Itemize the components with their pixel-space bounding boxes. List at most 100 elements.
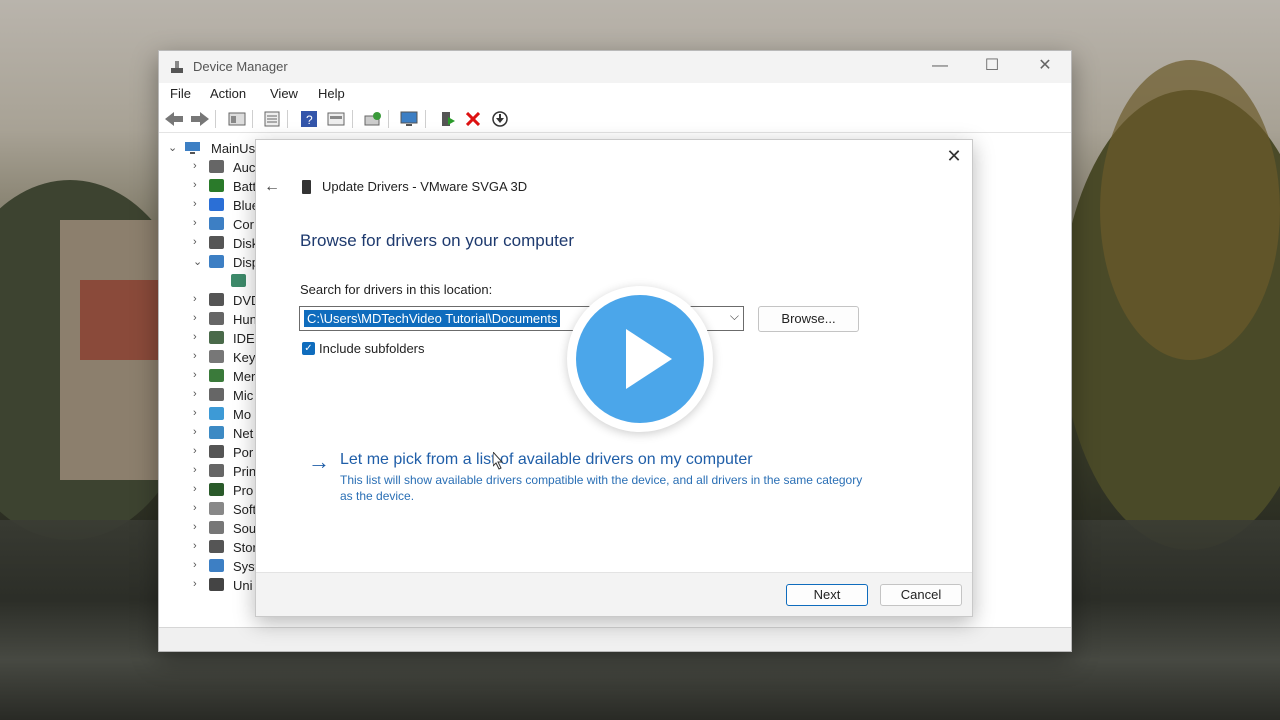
scan-icon[interactable] (363, 110, 383, 128)
chevron-right-icon[interactable]: › (193, 426, 197, 438)
tree-item-label: Prin (233, 464, 257, 479)
chevron-down-icon[interactable]: ⌵ (730, 309, 739, 324)
pick-from-list-link[interactable]: Let me pick from a list of available dri… (340, 451, 753, 469)
chevron-right-icon[interactable]: › (193, 160, 197, 172)
background-roof (80, 280, 160, 360)
close-window-button[interactable]: ✕ (1025, 55, 1065, 79)
menu-action[interactable]: Action (210, 86, 246, 101)
toolbar: ? (159, 105, 1071, 133)
chevron-right-icon[interactable]: › (193, 217, 197, 229)
mouse-cursor-icon (493, 452, 503, 470)
dialog-footer: Next Cancel (256, 572, 972, 616)
uninstall-icon[interactable] (463, 110, 483, 128)
toolbar-separator (252, 110, 253, 128)
tree-item-label: Mic (233, 388, 254, 403)
toolbar-separator (425, 110, 426, 128)
tree-item-label: Soft (233, 502, 257, 517)
tree-item-label: Batt (233, 179, 257, 194)
usb-icon (209, 578, 224, 591)
chevron-right-icon[interactable]: › (193, 407, 197, 419)
title-bar[interactable]: Device Manager — ☐ ✕ (159, 51, 1071, 83)
chevron-right-icon[interactable]: › (193, 502, 197, 514)
toolbar-separator (215, 110, 216, 128)
chevron-right-icon[interactable]: › (193, 198, 197, 210)
printer-icon (209, 464, 224, 477)
chevron-down-icon[interactable]: ⌄ (193, 255, 202, 268)
tree-root-label: MainUs (211, 141, 256, 156)
menu-view[interactable]: View (270, 86, 298, 101)
tree-item-label: Auc (233, 160, 256, 175)
include-subfolders-checkbox[interactable]: ✓ (302, 342, 315, 355)
tree-item-label: Net (233, 426, 254, 441)
list-icon[interactable] (262, 110, 282, 128)
tree-item-label: Mo (233, 407, 252, 422)
chevron-right-icon[interactable]: › (193, 369, 197, 381)
device-icon (302, 180, 311, 194)
dialog-title: Update Drivers - VMware SVGA 3D (322, 179, 528, 194)
back-button[interactable]: ← (264, 178, 280, 196)
chevron-right-icon[interactable]: › (193, 521, 197, 533)
chevron-right-icon[interactable]: › (193, 293, 197, 305)
dialog-heading: Browse for drivers on your computer (300, 231, 574, 250)
chevron-right-icon[interactable]: › (193, 464, 197, 476)
bluetooth-icon (209, 198, 224, 211)
cancel-button[interactable]: Cancel (880, 584, 962, 606)
toolbar-separator (388, 110, 389, 128)
minimize-button[interactable]: — (920, 55, 960, 79)
forward-arrow-icon[interactable] (190, 110, 210, 128)
device-tree: ⌄ MainUs › Auc › Batt › Blue › Cor › Disk ⌄ Disp › DV… (159, 135, 260, 625)
play-button[interactable] (567, 286, 713, 432)
network-icon (209, 426, 224, 439)
chevron-right-icon[interactable]: › (193, 483, 197, 495)
driver-path-value[interactable]: C:\Users\MDTechVideo Tutorial\Documents (304, 310, 561, 327)
properties-icon[interactable] (227, 110, 247, 128)
audio-icon (209, 160, 224, 173)
chevron-right-icon[interactable]: › (193, 331, 197, 343)
chevron-right-icon[interactable]: › (193, 540, 197, 552)
chevron-right-icon[interactable]: › (193, 312, 197, 324)
chevron-right-icon[interactable]: › (193, 388, 197, 400)
back-arrow-icon[interactable] (164, 110, 184, 128)
monitor-icon[interactable] (399, 110, 419, 128)
chevron-right-icon[interactable]: › (193, 559, 197, 571)
toolbar-separator (287, 110, 288, 128)
tree-item-label: Mer (233, 369, 256, 384)
help-icon[interactable]: ? (299, 110, 319, 128)
update-driver-icon[interactable] (437, 110, 457, 128)
chevron-right-icon[interactable]: › (193, 236, 197, 248)
chevron-right-icon[interactable]: › (193, 445, 197, 457)
view-icon[interactable] (326, 110, 346, 128)
computer-icon (185, 142, 200, 154)
disk-icon (209, 236, 224, 249)
tree-item-label: Cor (233, 217, 254, 232)
device-manager-icon (171, 61, 183, 73)
system-icon (209, 559, 224, 572)
sound-icon (209, 521, 224, 534)
dialog-close-button[interactable]: ✕ (944, 146, 964, 166)
tree-item-label: IDE (233, 331, 255, 346)
chevron-right-icon[interactable]: › (193, 350, 197, 362)
menu-help[interactable]: Help (318, 86, 345, 101)
tree-item-label: Uni (233, 578, 253, 593)
background-willow-2 (1100, 60, 1280, 360)
chevron-right-icon[interactable]: › (193, 578, 197, 590)
display-adapter-icon (231, 274, 246, 287)
software-icon (209, 502, 224, 515)
tree-item-label: Por (233, 445, 254, 460)
maximize-button[interactable]: ☐ (972, 55, 1012, 79)
tree-item-label: Stor (233, 540, 257, 555)
storage-icon (209, 540, 224, 553)
tree-item-label: Hun (233, 312, 257, 327)
chevron-right-icon[interactable]: › (193, 179, 197, 191)
monitor-icon (209, 407, 224, 420)
chevron-down-icon[interactable]: ⌄ (168, 141, 177, 154)
mouse-icon (209, 388, 224, 401)
download-icon[interactable] (490, 110, 510, 128)
right-arrow-icon[interactable]: → (308, 449, 330, 475)
next-button[interactable]: Next (786, 584, 868, 606)
svg-text:?: ? (306, 113, 313, 127)
include-subfolders-label: Include subfolders (319, 341, 425, 356)
browse-button[interactable]: Browse... (758, 306, 859, 332)
memory-icon (209, 369, 224, 382)
menu-file[interactable]: File (170, 86, 191, 101)
